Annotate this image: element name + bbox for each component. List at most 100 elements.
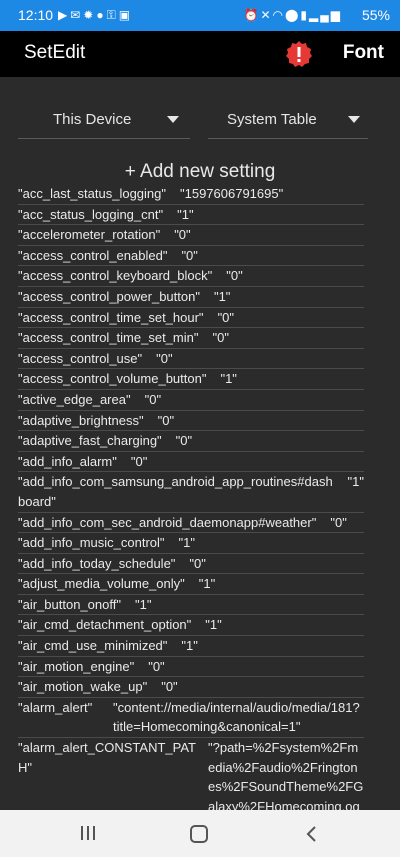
setting-row[interactable]: "accelerometer_rotation" "0" — [18, 225, 364, 246]
youtube-icon: ▶ — [58, 8, 71, 22]
image-icon: ▣ — [118, 8, 134, 22]
setting-value: "1" — [205, 617, 222, 633]
setting-value: "1597606791695" — [180, 186, 284, 201]
setting-row[interactable]: "access_control_volume_button" "1" — [18, 369, 364, 390]
status-time: 12:10 — [18, 7, 54, 23]
back-icon[interactable] — [300, 822, 324, 846]
setting-key: "accelerometer_rotation" — [18, 227, 161, 243]
setting-row[interactable]: "access_control_keyboard_block" "0" — [18, 266, 364, 287]
status-bar: 12:10 ▶✉✹●⚿▣ ⏰✕◠⬤▮▂▄▆ 55% — [0, 0, 400, 31]
device-spinner-label: This Device — [53, 111, 132, 128]
setting-value: "0" — [156, 350, 173, 366]
setting-value: "0" — [161, 679, 178, 695]
setting-value: "1" — [347, 474, 364, 490]
setting-row[interactable]: "add_info_alarm" "0" — [18, 452, 364, 473]
setting-row[interactable]: "alarm_alert_CONSTANT_PATH" "?path=%2Fsys… — [18, 738, 364, 810]
setting-key: "add_info_music_control" — [18, 535, 165, 551]
setting-value: "0" — [144, 391, 162, 407]
setting-key: "air_button_onoff" — [18, 596, 121, 612]
setting-value: "1" — [181, 638, 198, 654]
setting-key: "alarm_alert" — [18, 699, 93, 715]
home-shape — [190, 825, 208, 843]
setting-key: "active_edge_area" — [18, 391, 131, 407]
dropdown-arrow-icon — [348, 116, 360, 123]
alert-icon[interactable] — [285, 40, 313, 68]
setting-value: "0" — [148, 658, 165, 674]
setting-key: "acc_last_status_logging" — [18, 186, 166, 201]
recents-bar — [81, 826, 83, 840]
setting-key: "add_info_com_sec_android_daemonapp#weat… — [18, 514, 317, 530]
setting-row[interactable]: "active_edge_area" "0" — [18, 390, 364, 411]
home-icon[interactable] — [187, 822, 211, 846]
app-bar: SetEdit Font — [0, 31, 400, 77]
setting-value: "0" — [181, 247, 198, 263]
setting-row[interactable]: "air_button_onoff" "1" — [18, 595, 364, 616]
spinner-underline — [18, 138, 190, 139]
setting-value: "0" — [174, 227, 191, 243]
setting-key: "alarm_alert_CONSTANT_PATH" — [18, 740, 196, 775]
setting-row[interactable]: "add_info_today_schedule" "0" — [18, 554, 364, 575]
setting-key: "access_control_time_set_min" — [18, 330, 199, 346]
signal-icon: ▂▄▆ — [309, 8, 342, 22]
setting-key: "adjust_media_volume_only" — [18, 576, 185, 592]
setting-key: "adaptive_brightness" — [18, 412, 144, 428]
settings-list: "acc_last_status_logging" "1597606791695"… — [18, 184, 364, 810]
recents-bar — [87, 826, 89, 840]
setting-value: "0" — [130, 453, 148, 469]
setting-row[interactable]: "air_motion_engine" "0" — [18, 657, 364, 678]
wifi-icon: ◠ — [272, 8, 285, 22]
table-spinner[interactable]: System Table — [208, 99, 368, 139]
setting-key: "access_control_enabled" — [18, 247, 168, 263]
setting-value: "1" — [198, 576, 216, 592]
device-spinner[interactable]: This Device — [18, 99, 190, 139]
battery-level: 55% — [361, 7, 390, 23]
location-icon: ⬤ — [284, 8, 301, 22]
vpn-icon: ⚿ — [106, 8, 119, 22]
setting-row[interactable]: "acc_status_logging_cnt" "1" — [18, 205, 364, 226]
setting-row[interactable]: "access_control_time_set_min" "0" — [18, 328, 364, 349]
alarm-icon: ⏰ — [243, 8, 261, 22]
setting-value: "1" — [220, 371, 237, 387]
setting-row[interactable]: "add_info_music_control" "1" — [18, 533, 364, 554]
setting-row[interactable]: "air_cmd_detachment_option" "1" — [18, 615, 364, 637]
system-icons: ⏰✕◠⬤▮▂▄▆ — [243, 8, 342, 22]
setting-key: "access_control_keyboard_block" — [18, 268, 213, 284]
setting-row[interactable]: "access_control_enabled" "0" — [18, 246, 364, 267]
font-button[interactable]: Font — [343, 42, 384, 64]
setting-value: "0" — [330, 514, 347, 530]
setting-row[interactable]: "adaptive_brightness" "0" — [18, 411, 364, 432]
setting-row[interactable]: "access_control_time_set_hour" "0" — [18, 308, 364, 329]
hd-lte-icon: ▮ — [300, 8, 310, 22]
app-title: SetEdit — [24, 42, 86, 63]
setting-row[interactable]: "adaptive_fast_charging" "0" — [18, 431, 364, 452]
table-spinner-label: System Table — [227, 111, 317, 128]
setting-key: "air_motion_engine" — [18, 658, 135, 674]
setting-row[interactable]: "add_info_com_sec_android_daemonapp#weat… — [18, 513, 364, 534]
setting-row[interactable]: "access_control_use" "0" — [18, 349, 364, 370]
notification-icons: ▶✉✹●⚿▣ — [58, 8, 133, 23]
setting-row[interactable]: "acc_last_status_logging" "1597606791695" — [18, 184, 364, 205]
setting-row[interactable]: "air_cmd_use_minimized" "1" — [18, 636, 364, 657]
add-new-setting-button[interactable]: + Add new setting — [0, 161, 400, 183]
dropdown-arrow-icon — [167, 116, 179, 123]
setting-key: "add_info_today_schedule" — [18, 555, 176, 571]
setting-value: "1" — [134, 596, 152, 612]
setting-key: "access_control_time_set_hour" — [18, 309, 204, 325]
setting-row[interactable]: "access_control_power_button" "1" — [18, 287, 364, 308]
setting-value: "0" — [212, 330, 229, 346]
recents-icon[interactable] — [76, 822, 100, 846]
setting-row[interactable]: "air_motion_wake_up" "0" — [18, 677, 364, 698]
settings-content: This Device System Table + Add new setti… — [0, 77, 400, 810]
setting-key: "access_control_power_button" — [18, 288, 200, 304]
setting-key: "add_info_alarm" — [18, 453, 117, 469]
setting-value: "1" — [177, 206, 194, 222]
setting-key: "acc_status_logging_cnt" — [18, 206, 164, 222]
setting-value: "0" — [226, 268, 243, 284]
setting-row[interactable]: "adjust_media_volume_only" "1" — [18, 574, 364, 595]
navigation-bar — [0, 810, 400, 857]
setting-row[interactable]: "add_info_com_samsung_android_app_routin… — [18, 472, 364, 513]
setting-row[interactable]: "alarm_alert" "content://media/internal/a… — [18, 698, 364, 739]
setting-key: "adaptive_fast_charging" — [18, 433, 162, 449]
setting-key: "air_motion_wake_up" — [18, 679, 148, 695]
setting-value: "0" — [217, 309, 235, 325]
